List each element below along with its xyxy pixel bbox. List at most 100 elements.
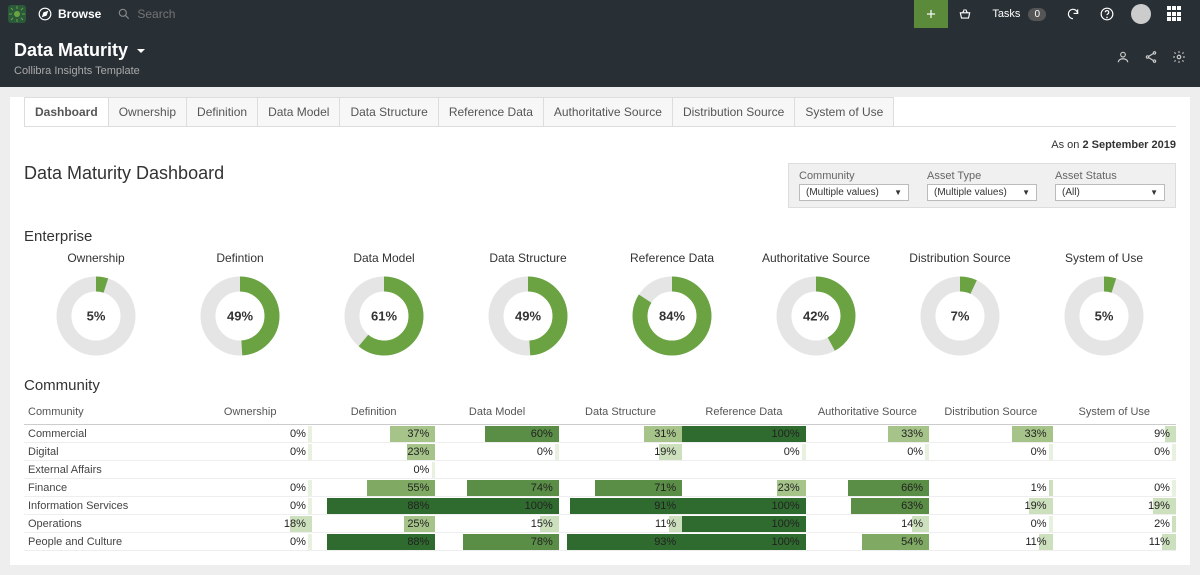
basket-button[interactable]: [948, 0, 982, 28]
help-button[interactable]: [1090, 0, 1124, 28]
community-name: Information Services: [24, 500, 188, 512]
donut-system-of-use: System of Use 5%: [1032, 251, 1176, 357]
donut-row: Ownership5%Defintion49%Data Model61%Data…: [24, 251, 1176, 357]
donut-chart: 5%: [1063, 275, 1145, 357]
filter-label: Asset Type: [927, 170, 1037, 182]
user-avatar[interactable]: [1124, 0, 1158, 28]
chevron-down-icon: [136, 46, 146, 56]
donut-value: 42%: [803, 309, 829, 324]
gear-icon: [1172, 50, 1186, 64]
cell: 100%: [435, 498, 558, 514]
donut-label: Data Model: [312, 251, 456, 265]
cell: 0%: [435, 444, 558, 460]
cell: 0%: [929, 444, 1052, 460]
cell: 14%: [806, 516, 929, 532]
filter-label: Asset Status: [1055, 170, 1165, 182]
tab-system-of-use[interactable]: System of Use: [794, 97, 894, 126]
cell: 15%: [435, 516, 558, 532]
share-button[interactable]: [1144, 50, 1158, 67]
table-row: External Affairs0%: [24, 461, 1176, 479]
donut-value: 84%: [659, 309, 685, 324]
th: Community: [24, 406, 188, 418]
help-icon: [1100, 7, 1114, 21]
apps-button[interactable]: [1158, 0, 1192, 28]
browse-button[interactable]: Browse: [38, 7, 101, 21]
cell: 2%: [1053, 516, 1176, 532]
table-header: CommunityOwnershipDefinitionData ModelDa…: [24, 400, 1176, 425]
cell: 0%: [188, 480, 311, 496]
donut-value: 61%: [371, 309, 397, 324]
page-title-text: Data Maturity: [14, 40, 128, 61]
dashboard-title: Data Maturity Dashboard: [24, 163, 224, 184]
enterprise-heading: Enterprise: [24, 228, 1176, 245]
tab-ownership[interactable]: Ownership: [108, 97, 187, 126]
tab-authoritative-source[interactable]: Authoritative Source: [543, 97, 673, 126]
donut-authoritative-source: Authoritative Source42%: [744, 251, 888, 357]
user-icon-button[interactable]: [1116, 50, 1130, 67]
cell: 0%: [1053, 480, 1176, 496]
th: Reference Data: [682, 406, 805, 418]
cell: 100%: [682, 516, 805, 532]
tasks-button[interactable]: Tasks 0: [982, 8, 1056, 21]
app-logo[interactable]: [8, 5, 26, 23]
cell: 54%: [806, 534, 929, 550]
cell: 63%: [806, 498, 929, 514]
filter-select[interactable]: (Multiple values)▼: [799, 184, 909, 201]
page-body: DashboardOwnershipDefinitionData ModelDa…: [10, 97, 1190, 565]
cell: 93%: [559, 534, 682, 550]
add-button[interactable]: [914, 0, 948, 28]
cell: 71%: [559, 480, 682, 496]
th: Ownership: [188, 406, 311, 418]
settings-button[interactable]: [1172, 50, 1186, 67]
filter-select[interactable]: (Multiple values)▼: [927, 184, 1037, 201]
table-row: Finance0%55%74%71%23%66%1%0%: [24, 479, 1176, 497]
cell: 0%: [188, 534, 311, 550]
search-input[interactable]: [137, 7, 337, 21]
cell: 100%: [682, 534, 805, 550]
page-title-dropdown[interactable]: Data Maturity: [14, 40, 146, 61]
browse-label: Browse: [58, 7, 101, 21]
cell: 66%: [806, 480, 929, 496]
tab-data-model[interactable]: Data Model: [257, 97, 340, 126]
donut-chart: 49%: [199, 275, 281, 357]
share-icon: [1144, 50, 1158, 64]
apps-icon: [1167, 6, 1183, 22]
cell: 11%: [559, 516, 682, 532]
donut-value: 5%: [87, 309, 106, 324]
donut-label: Ownership: [24, 251, 168, 265]
cell: 100%: [682, 498, 805, 514]
tab-dashboard[interactable]: Dashboard: [24, 97, 109, 126]
cell: 0%: [188, 498, 311, 514]
filter-select[interactable]: (All)▼: [1055, 184, 1165, 201]
filter-label: Community: [799, 170, 909, 182]
donut-chart: 49%: [487, 275, 569, 357]
tab-data-structure[interactable]: Data Structure: [339, 97, 438, 126]
page-header: Data Maturity Collibra Insights Template: [0, 28, 1200, 87]
cell: 31%: [559, 426, 682, 442]
donut-chart: 5%: [55, 275, 137, 357]
donut-chart: 84%: [631, 275, 713, 357]
cell: [806, 462, 929, 478]
tab-distribution-source[interactable]: Distribution Source: [672, 97, 795, 126]
donut-chart: 42%: [775, 275, 857, 357]
tab-reference-data[interactable]: Reference Data: [438, 97, 544, 126]
cell: 33%: [929, 426, 1052, 442]
cell: 23%: [682, 480, 805, 496]
donut-label: System of Use: [1032, 251, 1176, 265]
tab-definition[interactable]: Definition: [186, 97, 258, 126]
search-icon: [117, 7, 131, 21]
cell: 0%: [188, 444, 311, 460]
basket-icon: [958, 7, 972, 21]
search-area[interactable]: [117, 7, 337, 21]
user-icon: [1116, 50, 1130, 64]
refresh-button[interactable]: [1056, 0, 1090, 28]
cell: 18%: [188, 516, 311, 532]
community-name: Finance: [24, 482, 188, 494]
cell: 88%: [312, 534, 435, 550]
donut-data-model: Data Model 61%: [312, 251, 456, 357]
donut-distribution-source: Distribution Source7%: [888, 251, 1032, 357]
th: Definition: [312, 406, 435, 418]
tasks-label: Tasks: [992, 8, 1020, 20]
donut-value: 49%: [227, 309, 253, 324]
community-table: CommunityOwnershipDefinitionData ModelDa…: [24, 400, 1176, 551]
